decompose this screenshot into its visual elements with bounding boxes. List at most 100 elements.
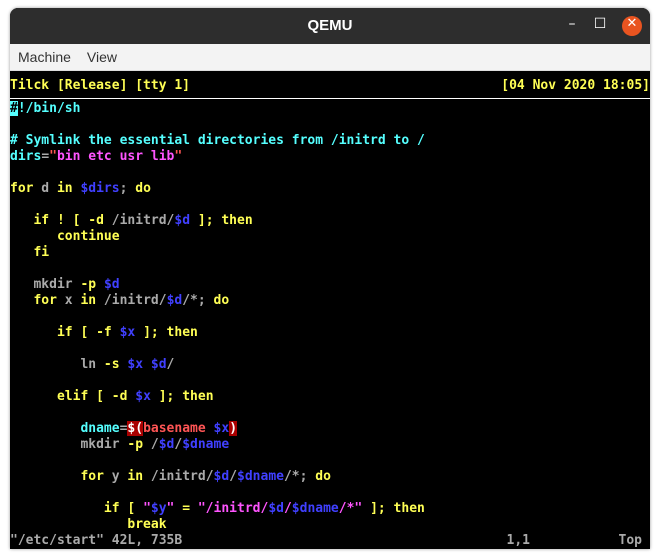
terminal-screen[interactable]: Tilck [Release] [tty 1] [04 Nov 2020 18:0… bbox=[10, 71, 650, 549]
code-token: for bbox=[10, 181, 34, 196]
maximize-button[interactable]: ☐ bbox=[590, 16, 610, 36]
code-token: $dname bbox=[291, 501, 339, 516]
code-token: elif [ -d bbox=[56, 389, 128, 404]
code-line: for d in $dirs; do bbox=[10, 181, 650, 197]
code-token: $x bbox=[213, 421, 230, 436]
code-token: " bbox=[49, 149, 57, 164]
code-token: -s bbox=[103, 357, 120, 372]
code-token: # Symlink the essential directories from… bbox=[10, 133, 425, 148]
code-token: ]; then bbox=[150, 389, 214, 404]
terminal-header-left: Tilck [Release] [tty 1] bbox=[10, 78, 191, 93]
code-line: mkdir -p $d bbox=[10, 277, 650, 293]
code-token: mkdir bbox=[10, 437, 128, 452]
close-button[interactable]: ✕ bbox=[622, 16, 642, 36]
code-token: $d bbox=[158, 437, 175, 452]
code-token: in bbox=[80, 293, 97, 308]
code-token: bin etc usr lib bbox=[56, 149, 175, 164]
code-token: "/initrd/ bbox=[197, 501, 269, 516]
code-line: #!/bin/sh bbox=[10, 101, 650, 117]
code-line: for x in /initrd/$d/*; do bbox=[10, 293, 650, 309]
title-bar: QEMU – ☐ ✕ bbox=[10, 8, 650, 44]
code-token: fi bbox=[10, 245, 50, 260]
code-token: do bbox=[315, 469, 331, 484]
code-token: /*" bbox=[338, 501, 363, 516]
code-token: -p bbox=[80, 277, 97, 292]
code-token: $x bbox=[127, 357, 144, 372]
code-token: " bbox=[174, 149, 183, 164]
menu-view[interactable]: View bbox=[79, 49, 125, 65]
code-token: ]; then bbox=[190, 213, 253, 228]
code-token: $x bbox=[135, 389, 151, 404]
menu-machine[interactable]: Machine bbox=[10, 49, 79, 65]
code-token: dirs bbox=[10, 149, 42, 164]
status-scroll: Top bbox=[618, 533, 642, 548]
code-token: $y bbox=[150, 501, 167, 516]
code-line: fi bbox=[10, 245, 650, 261]
code-token: for bbox=[80, 469, 104, 484]
code-token: /*; bbox=[283, 469, 316, 484]
code-line: dname=$(basename $x) bbox=[10, 421, 650, 437]
menu-bar: Machine View bbox=[10, 44, 650, 71]
code-token: in bbox=[56, 181, 73, 196]
code-token: $dname bbox=[182, 437, 230, 452]
code-token: ]; then bbox=[362, 501, 425, 516]
code-line: break bbox=[10, 517, 650, 533]
code-token: y bbox=[103, 469, 128, 484]
code-token: = bbox=[41, 149, 50, 164]
code-token: x bbox=[56, 293, 81, 308]
qemu-window: QEMU – ☐ ✕ Machine View Tilck [Release] [… bbox=[10, 8, 650, 549]
code-token: /initrd/ bbox=[96, 293, 167, 308]
code-token: break bbox=[10, 517, 167, 532]
code-token: / bbox=[166, 357, 175, 372]
minimize-button[interactable]: – bbox=[562, 16, 582, 36]
code-token: basename bbox=[143, 421, 214, 436]
terminal-clock: [04 Nov 2020 18:05] bbox=[501, 78, 650, 93]
code-token: !/bin/sh bbox=[17, 101, 81, 116]
code-token: $dname bbox=[237, 469, 284, 484]
code-token: $d bbox=[103, 277, 120, 292]
code-token: = bbox=[174, 501, 198, 516]
code-token: /initrd/ bbox=[103, 213, 175, 228]
code-token: /initrd/ bbox=[143, 469, 214, 484]
code-line: if [ -f $x ]; then bbox=[10, 325, 650, 341]
code-line: if ! [ -d /initrd/$d ]; then bbox=[10, 213, 650, 229]
code-line: mkdir -p /$d/$dname bbox=[10, 437, 650, 453]
code-token: $d bbox=[174, 213, 191, 228]
code-token: do bbox=[213, 293, 230, 308]
code-line: ln -s $x $d/ bbox=[10, 357, 650, 373]
code-token: if ! [ -d bbox=[33, 213, 104, 228]
code-token: $( bbox=[127, 421, 144, 436]
code-token: / bbox=[143, 437, 159, 452]
code-token: if [ -f bbox=[56, 325, 112, 340]
code-token: for bbox=[33, 293, 57, 308]
code-token: $d bbox=[268, 501, 284, 516]
code-line: continue bbox=[10, 229, 650, 245]
code-token: / bbox=[283, 501, 292, 516]
code-token: " bbox=[143, 501, 151, 516]
code-line: dirs="bin etc usr lib" bbox=[10, 149, 650, 165]
code-line: for y in /initrd/$d/$dname/*; do bbox=[10, 469, 650, 485]
status-cursor-position: 1,1 bbox=[506, 533, 530, 548]
code-token: d bbox=[33, 181, 57, 196]
code-token: $dirs bbox=[80, 181, 120, 196]
editor-buffer[interactable]: #!/bin/sh # Symlink the essential directo… bbox=[10, 101, 650, 533]
code-token: ]; then bbox=[135, 325, 198, 340]
code-token: mkdir bbox=[10, 277, 81, 292]
